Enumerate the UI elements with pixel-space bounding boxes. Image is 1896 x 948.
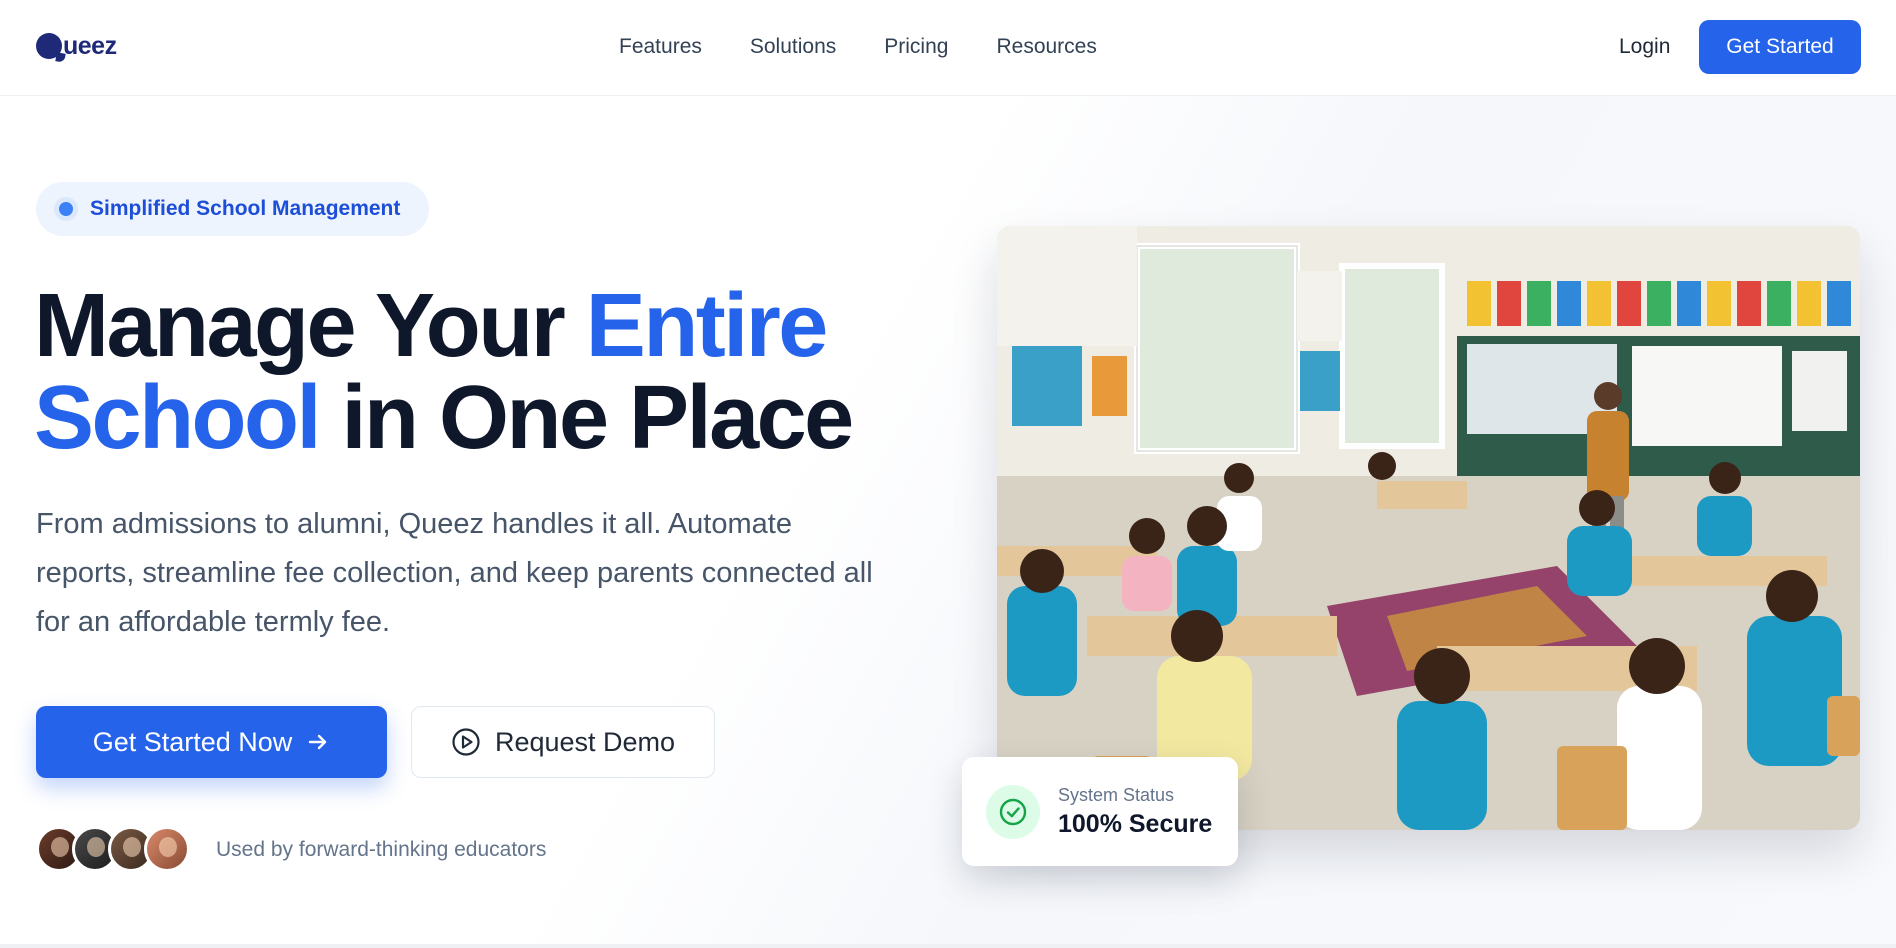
nav-link-features[interactable]: Features <box>619 35 702 59</box>
headline-part-2: in One Place <box>319 368 855 468</box>
educator-avatars <box>36 826 190 874</box>
hero-badge: Simplified School Management <box>36 182 429 236</box>
login-link[interactable]: Login <box>1619 30 1670 64</box>
avatar <box>144 826 190 872</box>
arrow-right-icon <box>306 730 330 754</box>
nav-links: Features Solutions Pricing Resources <box>619 30 1097 64</box>
badge-label: Simplified School Management <box>90 197 401 220</box>
badge-dot-icon <box>54 197 78 221</box>
nav-link-pricing[interactable]: Pricing <box>884 35 948 59</box>
request-demo-button[interactable]: Request Demo <box>411 706 715 778</box>
social-proof-text: Used by forward-thinking educators <box>216 838 547 861</box>
headline-part-1: Manage Your <box>34 276 586 376</box>
headline-accent-2: School <box>34 368 322 468</box>
request-demo-label: Request Demo <box>494 726 676 757</box>
nav-link-resources[interactable]: Resources <box>996 35 1096 59</box>
status-label: System Status <box>1058 784 1175 805</box>
hero-headline: Manage Your Entire School in One Place <box>34 280 914 464</box>
top-navigation: ueez Features Solutions Pricing Resource… <box>0 0 1896 96</box>
status-value: 100% Secure <box>1058 809 1213 838</box>
status-text-group: System Status 100% Secure <box>1058 783 1212 841</box>
get-started-now-label: Get Started Now <box>92 726 293 757</box>
hero-subtext: From admissions to alumni, Queez handles… <box>36 508 873 638</box>
system-status-card: System Status 100% Secure <box>962 757 1238 866</box>
headline-accent-1: Entire <box>585 276 829 376</box>
logo-wordmark: ueez <box>63 31 117 60</box>
play-circle-icon <box>451 727 481 757</box>
classroom-photo <box>997 226 1860 830</box>
classroom-illustration <box>997 226 1860 830</box>
nav-link-solutions[interactable]: Solutions <box>750 35 836 59</box>
section-divider <box>0 944 1896 948</box>
queez-logo[interactable]: ueez <box>36 30 117 62</box>
logo-q-mark <box>36 33 62 59</box>
get-started-now-button[interactable]: Get Started Now <box>36 706 387 778</box>
check-circle-icon <box>986 784 1040 839</box>
get-started-button[interactable]: Get Started <box>1699 20 1861 74</box>
